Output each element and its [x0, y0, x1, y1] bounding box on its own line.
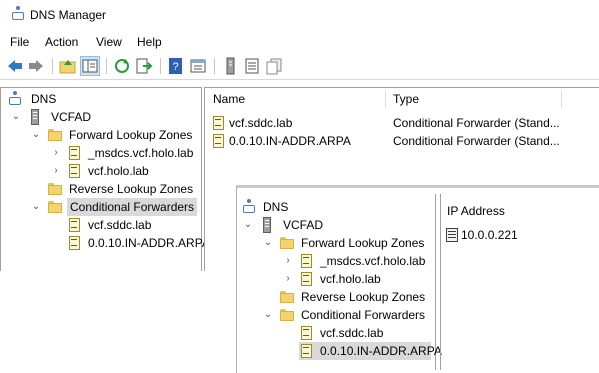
- ip-address-icon: [445, 227, 461, 243]
- zone-icon: [211, 115, 227, 131]
- tree-node-label: 0.0.10.IN-ADDR.ARPA: [320, 344, 442, 358]
- title-bar: DNS Manager: [0, 0, 599, 30]
- console-tree: DNS ⌄ VCFAD ⌄ Forward Lookup Zones › _ms…: [0, 87, 210, 271]
- help-icon[interactable]: ?: [167, 57, 185, 75]
- zone-icon: [67, 145, 83, 161]
- chevron-right-icon[interactable]: ›: [51, 162, 61, 180]
- show-hide-tree-icon[interactable]: [80, 56, 100, 76]
- tree-node-label: DNS: [263, 200, 289, 214]
- menu-view[interactable]: View: [96, 35, 122, 49]
- back-arrow-icon[interactable]: [6, 57, 24, 75]
- server-icon: [259, 217, 275, 233]
- zone-icon: [67, 217, 83, 233]
- folder-icon: [47, 127, 63, 143]
- tree-node-label: vcf.sddc.lab: [88, 218, 152, 232]
- toolbar-separator: [214, 58, 215, 74]
- tree-node-label: Reverse Lookup Zones: [69, 182, 194, 196]
- list-row[interactable]: 0.0.10.IN-ADDR.ARPA Conditional Forwarde…: [211, 132, 596, 150]
- tree-node-label: 0.0.10.IN-ADDR.ARPA: [88, 236, 210, 250]
- tree-node-forwarder-selected[interactable]: 0.0.10.IN-ADDR.ARPA: [299, 342, 442, 360]
- tree-node-label: Reverse Lookup Zones: [301, 290, 426, 304]
- toolbar-separator: [52, 58, 53, 74]
- menu-file[interactable]: File: [10, 35, 29, 49]
- zone-icon: [299, 271, 315, 287]
- list-row[interactable]: vcf.sddc.lab Conditional Forwarder (Stan…: [211, 114, 596, 132]
- column-header-type[interactable]: Type: [393, 88, 419, 110]
- folder-icon: [279, 235, 295, 251]
- toolbar-separator: [106, 58, 107, 74]
- toolbar-separator: [160, 58, 161, 74]
- server-icon: [27, 109, 43, 125]
- list-cell-type: Conditional Forwarder (Stand...: [393, 116, 560, 130]
- tree-node-label: Forward Lookup Zones: [301, 236, 425, 250]
- zone-icon: [67, 235, 83, 251]
- folder-icon: [279, 289, 295, 305]
- up-folder-icon[interactable]: [59, 57, 77, 75]
- menu-help[interactable]: Help: [137, 35, 162, 49]
- window-title: DNS Manager: [30, 8, 107, 22]
- tree-node-label: vcf.holo.lab: [320, 272, 381, 286]
- dns-icon: [241, 199, 257, 215]
- dns-manager-app-icon: [10, 6, 26, 24]
- chevron-down-icon[interactable]: ⌄: [263, 306, 273, 324]
- svg-text:?: ?: [172, 61, 178, 73]
- chevron-right-icon[interactable]: ›: [51, 144, 61, 162]
- properties-icon[interactable]: [189, 57, 207, 75]
- list-cell-type: Conditional Forwarder (Stand...: [393, 134, 560, 148]
- chevron-down-icon[interactable]: ⌄: [243, 216, 253, 234]
- overlay-results-list: IP Address 10.0.0.221: [440, 194, 599, 370]
- tree-node-label: Forward Lookup Zones: [69, 128, 193, 142]
- tree-node-label: VCFAD: [51, 110, 92, 124]
- tree-node-label: Conditional Forwarders: [67, 198, 198, 216]
- list-cell-ip: 10.0.0.221: [461, 228, 518, 242]
- export-list-icon[interactable]: [135, 57, 153, 75]
- tree-node-label: vcf.holo.lab: [88, 164, 149, 178]
- folder-icon: [47, 181, 63, 197]
- chevron-down-icon[interactable]: ⌄: [31, 126, 41, 144]
- folder-icon: [279, 307, 295, 323]
- chevron-down-icon[interactable]: ⌄: [11, 108, 21, 126]
- list-view-icon[interactable]: [243, 57, 261, 75]
- column-separator[interactable]: [385, 90, 386, 108]
- list-cell-name: vcf.sddc.lab: [229, 116, 293, 130]
- tree-node-label: _msdcs.vcf.holo.lab: [88, 146, 194, 160]
- overlay-console-tree: DNS ⌄ VCFAD ⌄ Forward Lookup Zones › _ms…: [237, 194, 442, 370]
- tree-node-label: _msdcs.vcf.holo.lab: [320, 254, 426, 268]
- tree-node-label: VCFAD: [283, 218, 324, 232]
- tree-node-label: DNS: [31, 92, 57, 106]
- refresh-icon[interactable]: [113, 57, 131, 75]
- folder-icon: [47, 199, 63, 215]
- toolbar: ?: [0, 53, 599, 80]
- overlay-dns-window: DNS ⌄ VCFAD ⌄ Forward Lookup Zones › _ms…: [236, 185, 599, 373]
- server-icon[interactable]: [221, 57, 239, 75]
- chevron-down-icon[interactable]: ⌄: [31, 198, 41, 216]
- column-separator[interactable]: [561, 90, 562, 108]
- chevron-right-icon[interactable]: ›: [283, 252, 293, 270]
- column-header-name[interactable]: Name: [213, 88, 245, 110]
- column-header-ip-address[interactable]: IP Address: [447, 200, 505, 222]
- tree-node-label: Conditional Forwarders: [301, 308, 426, 322]
- forward-arrow-icon[interactable]: [27, 57, 45, 75]
- menu-action[interactable]: Action: [45, 35, 78, 49]
- chevron-right-icon[interactable]: ›: [283, 270, 293, 288]
- zone-icon: [299, 253, 315, 269]
- menu-bar: File Action View Help: [0, 32, 599, 52]
- zone-icon: [299, 325, 315, 341]
- zone-icon: [67, 163, 83, 179]
- copy-icon[interactable]: [265, 57, 283, 75]
- chevron-down-icon[interactable]: ⌄: [263, 234, 273, 252]
- tree-node-label: vcf.sddc.lab: [320, 326, 384, 340]
- list-cell-name: 0.0.10.IN-ADDR.ARPA: [229, 134, 351, 148]
- zone-icon: [211, 133, 227, 149]
- dns-icon: [7, 91, 23, 107]
- zone-icon: [299, 343, 315, 359]
